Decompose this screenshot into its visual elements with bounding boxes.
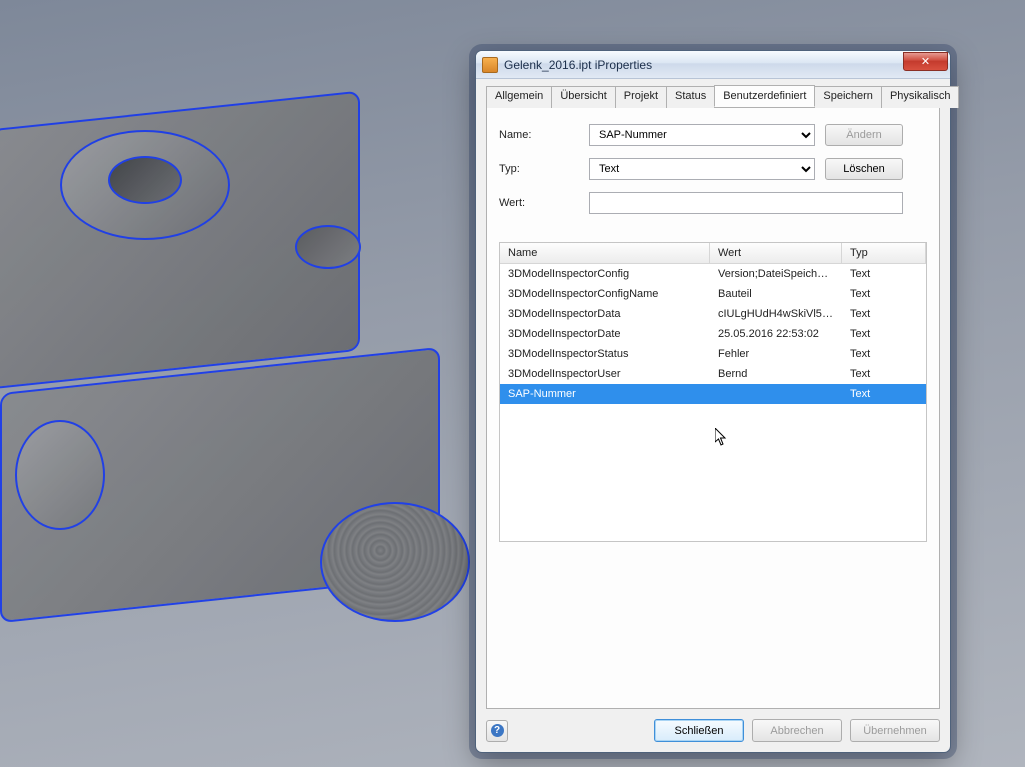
close-icon: ✕ [921, 55, 930, 68]
cell-typ: Text [842, 264, 926, 284]
col-header-name[interactable]: Name [500, 243, 710, 263]
cell-name: 3DModelInspectorConfigName [500, 284, 710, 304]
loeschen-button[interactable]: Löschen [825, 158, 903, 180]
cell-typ: Text [842, 364, 926, 384]
table-header-row: Name Wert Typ [500, 243, 926, 264]
cell-name: SAP-Nummer [500, 384, 710, 404]
uebernehmen-button[interactable]: Übernehmen [850, 719, 940, 742]
cell-name: 3DModelInspectorDate [500, 324, 710, 344]
inventor-app-icon [482, 57, 498, 73]
tab-physikalisch[interactable]: Physikalisch [881, 86, 960, 108]
row-name: Name: SAP-Nummer Ändern [499, 124, 927, 146]
titlebar[interactable]: Gelenk_2016.ipt iProperties ✕ [476, 51, 950, 79]
table-row[interactable]: 3DModelInspectorStatusFehlerText [500, 344, 926, 364]
cell-wert: Fehler [710, 344, 842, 364]
tab-uebersicht[interactable]: Übersicht [551, 86, 615, 108]
dialog-footer: ? Schließen Abbrechen Übernehmen [486, 709, 940, 742]
tab-status[interactable]: Status [666, 86, 715, 108]
iproperties-dialog: Gelenk_2016.ipt iProperties ✕ AllgemeinÜ… [475, 50, 951, 753]
cell-typ: Text [842, 324, 926, 344]
table-row[interactable]: 3DModelInspectorUserBerndText [500, 364, 926, 384]
schliessen-button[interactable]: Schließen [654, 719, 744, 742]
cell-wert: 25.05.2016 22:53:02 [710, 324, 842, 344]
cell-typ: Text [842, 384, 926, 404]
window-body: AllgemeinÜbersichtProjektStatusBenutzerd… [476, 79, 950, 752]
tab-panel-benutzerdefiniert: Name: SAP-Nummer Ändern Typ: Text Lösche… [486, 108, 940, 709]
aendern-button[interactable]: Ändern [825, 124, 903, 146]
cell-wert: cIULgHUdH4wSkiVl5ze+... [710, 304, 842, 324]
label-typ: Typ: [499, 163, 589, 175]
tab-strip: AllgemeinÜbersichtProjektStatusBenutzerd… [486, 85, 940, 108]
cell-name: 3DModelInspectorConfig [500, 264, 710, 284]
typ-combobox[interactable]: Text [589, 158, 815, 180]
cell-name: 3DModelInspectorStatus [500, 344, 710, 364]
help-button[interactable]: ? [486, 720, 508, 742]
tab-projekt[interactable]: Projekt [615, 86, 667, 108]
cell-wert: Bernd [710, 364, 842, 384]
cell-typ: Text [842, 304, 926, 324]
cell-typ: Text [842, 284, 926, 304]
3d-model-viewport[interactable] [0, 110, 520, 670]
row-typ: Typ: Text Löschen [499, 158, 927, 180]
label-name: Name: [499, 129, 589, 141]
table-row[interactable]: 3DModelInspectorDate25.05.2016 22:53:02T… [500, 324, 926, 344]
label-wert: Wert: [499, 197, 589, 209]
col-header-wert[interactable]: Wert [710, 243, 842, 263]
tab-speichern[interactable]: Speichern [814, 86, 882, 108]
row-wert: Wert: [499, 192, 927, 214]
cell-wert [710, 384, 842, 404]
col-header-typ[interactable]: Typ [842, 243, 926, 263]
table-row[interactable]: SAP-Nummer Text [500, 384, 926, 404]
close-button[interactable]: ✕ [903, 52, 948, 71]
cell-wert: Bauteil [710, 284, 842, 304]
help-icon: ? [491, 724, 504, 737]
wert-input[interactable] [589, 192, 903, 214]
name-combobox[interactable]: SAP-Nummer [589, 124, 815, 146]
cell-wert: Version;DateiSpeicherPf... [710, 264, 842, 284]
tab-benutzerdefiniert[interactable]: Benutzerdefiniert [714, 85, 815, 107]
table-row[interactable]: 3DModelInspectorConfigVersion;DateiSpeic… [500, 264, 926, 284]
table-row[interactable]: 3DModelInspectorConfigNameBauteilText [500, 284, 926, 304]
abbrechen-button[interactable]: Abbrechen [752, 719, 842, 742]
table-row[interactable]: 3DModelInspectorDatacIULgHUdH4wSkiVl5ze+… [500, 304, 926, 324]
tab-allgemein[interactable]: Allgemein [486, 86, 552, 108]
window-title: Gelenk_2016.ipt iProperties [504, 58, 903, 72]
cell-typ: Text [842, 344, 926, 364]
properties-table[interactable]: Name Wert Typ 3DModelInspectorConfigVers… [499, 242, 927, 542]
cell-name: 3DModelInspectorData [500, 304, 710, 324]
cell-name: 3DModelInspectorUser [500, 364, 710, 384]
